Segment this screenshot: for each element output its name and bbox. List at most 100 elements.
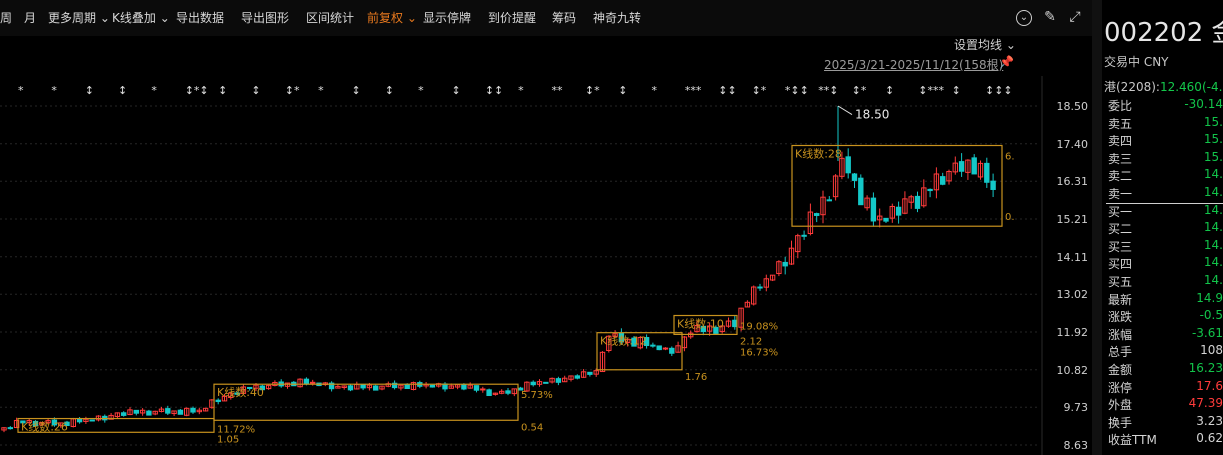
brush-icon[interactable]: ✎ [1041,8,1059,26]
quote-label: 卖四 [1108,134,1133,149]
event-mark: * [51,84,57,97]
event-mark: ↕ [351,84,360,97]
period-week-button[interactable]: 周 [0,9,12,26]
quote-label: 外盘 [1108,398,1133,413]
quote-label: 换手 [1108,415,1133,430]
hk-value: 12.460(-4. [1159,80,1223,94]
candle-body [662,347,669,350]
candle-body [732,319,738,328]
event-mark: ↕ [885,84,894,97]
candlestick-chart[interactable]: 18.50 17.40 16.31 15.21 14.11 13.02 11.92 10.82… [0,36,1092,455]
quote-value: -30.14 [1184,97,1223,111]
candle-body [480,388,486,391]
chevron-circle-down-icon[interactable]: ⌄ [1016,10,1032,26]
event-mark: ↕* [285,84,300,97]
quote-label: 卖二 [1108,169,1133,184]
hk-label: 港(2208): [1104,80,1160,94]
quote-label: 买五 [1108,275,1133,289]
candle-body [530,381,536,386]
event-mark: ↕* [585,84,600,97]
candle-body [757,286,763,289]
export-data-button[interactable]: 导出数据 [176,9,224,26]
quote-label: 卖三 [1108,151,1133,166]
quote-label: 涨跌 [1108,310,1133,325]
price-alert-button[interactable]: 到价提醒 [488,9,536,26]
candle-body [89,419,95,422]
candle-body [801,234,807,237]
y-tick-label: 13.02 [1057,288,1089,301]
event-mark: ↕↕ [485,84,503,97]
quote-value: 0.62 [1196,431,1223,446]
kline-overlay-dropdown[interactable]: K线叠加 ⌄ [112,9,170,26]
candle-body [505,390,511,394]
stat-box-label: K线数:26 [21,420,68,434]
more-periods-dropdown[interactable]: 更多周期 ⌄ [48,9,110,26]
quote-value: 14. [1203,167,1223,182]
quote-value: 14. [1203,237,1223,252]
magic-nine-button[interactable]: 神奇九转 [593,9,641,26]
quote-value: 14.9 [1196,290,1223,305]
candle-body [373,385,379,391]
stat-box-value: 0.54 [521,422,543,433]
candle-body [404,383,410,390]
event-mark: *** [685,84,702,97]
quote-label: 委比 [1108,99,1133,113]
candle-body [486,389,492,397]
candle-body [76,418,83,423]
period-month-button[interactable]: 月 [24,9,36,26]
candle-body [190,407,196,413]
y-tick-label: 11.92 [1057,326,1089,339]
stat-box-side-percent: 19.08% [740,322,778,333]
y-tick-label: 8.63 [1064,439,1089,452]
forward-adjust-dropdown[interactable]: 前复权 ⌄ [367,9,417,26]
y-tick-label: 9.73 [1064,401,1089,414]
quote-value: 15. [1203,149,1223,164]
chart-toolbar: 周 月 更多周期 ⌄ K线叠加 ⌄ 导出数据 导出图形 区间统计 前复权 ⌄ 显… [0,0,1092,36]
candle-body [473,385,480,391]
show-suspension-button[interactable]: 显示停牌 [423,9,471,26]
candle-body [845,156,851,174]
export-image-button[interactable]: 导出图形 [241,9,289,26]
stat-box-percent: 6. [1005,151,1015,162]
quote-label: 买四 [1108,257,1133,272]
candle-body [347,385,354,391]
event-mark: ↕* [852,84,867,97]
panel-divider[interactable] [1092,0,1102,455]
stat-box-value: 0. [1005,212,1015,223]
high-marker-label: 18.50 [855,108,889,122]
candle-body [883,217,889,222]
event-mark: ↕ [251,84,260,97]
quote-label: 金额 [1108,363,1133,377]
stat-box-label: K线数:28 [795,146,842,160]
quote-value: -3.61 [1191,325,1223,340]
event-mark: ↕ [118,84,127,97]
y-tick-label: 17.40 [1057,138,1089,151]
quote-label: 最新 [1108,292,1133,307]
quote-label: 总手 [1108,345,1133,360]
quote-value: 3.23 [1196,413,1223,428]
more-periods-label: 更多周期 [48,11,97,25]
event-mark: ↕ [451,84,460,97]
candle-body [165,408,171,414]
hk-quote[interactable]: 港(2208):12.460(-4. [1104,78,1222,95]
range-stats-button[interactable]: 区间统计 [306,9,354,26]
stock-code: 002202 金 [1104,18,1223,48]
candle-body [429,384,436,388]
chips-button[interactable]: 筹码 [552,9,576,26]
event-mark: ↕ [85,84,94,97]
event-mark: * [18,84,24,97]
candle-body [574,375,580,379]
event-mark: ↕↕ [718,84,736,97]
quote-label: 买一 [1108,204,1133,219]
stat-box-label: K线数:40 [217,385,264,399]
expand-icon[interactable]: ⤢ [1066,8,1084,26]
quote-value: 14. [1203,202,1223,217]
event-mark: * [652,84,658,97]
candle-body [895,206,902,216]
quote-label: 涨幅 [1108,327,1133,342]
quote-label: 涨停 [1108,380,1133,395]
candle-body [927,188,933,192]
candle-body [990,180,996,190]
candle-body [121,412,127,416]
event-mark: ↕↕↕ [985,84,1013,97]
